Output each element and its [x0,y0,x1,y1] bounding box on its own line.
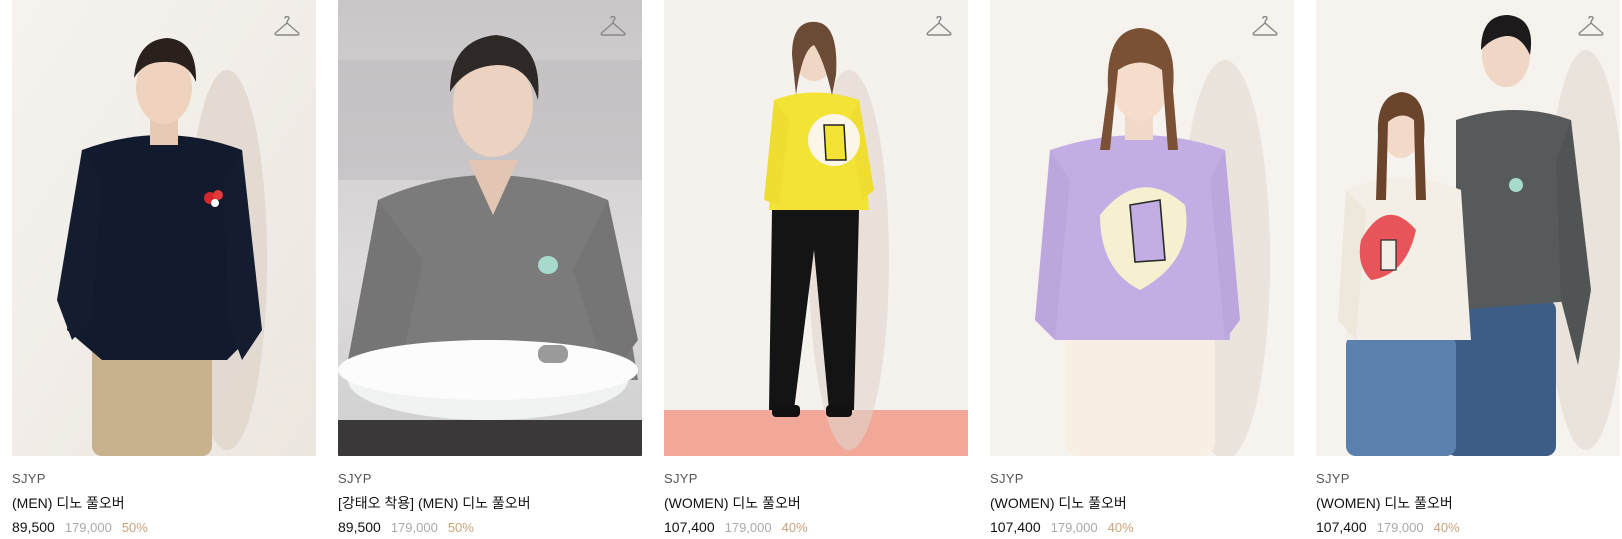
product-name[interactable]: (WOMEN) 디노 풀오버 [990,493,1294,513]
discount-rate: 50% [447,520,474,535]
product-card[interactable]: SJYP (WOMEN) 디노 풀오버 107,400 179,000 40% [1316,0,1620,537]
price-row: 89,500 179,000 50% [338,517,642,537]
product-card[interactable]: SJYP [강태오 착용] (MEN) 디노 풀오버 89,500 179,00… [338,0,642,537]
price-row: 107,400 179,000 40% [990,517,1294,537]
product-photo [12,0,316,456]
product-grid: SJYP (MEN) 디노 풀오버 89,500 179,000 50% SJY… [12,0,1620,537]
sale-price: 107,400 [1316,519,1367,535]
sale-price: 89,500 [338,519,381,535]
discount-rate: 50% [121,520,148,535]
original-price: 179,000 [1376,520,1424,535]
price-row: 89,500 179,000 50% [12,517,316,537]
product-image[interactable] [664,0,968,456]
discount-rate: 40% [1107,520,1134,535]
hanger-icon[interactable] [274,16,300,38]
product-card[interactable]: SJYP (MEN) 디노 풀오버 89,500 179,000 50% [12,0,316,537]
original-price: 179,000 [724,520,772,535]
hanger-icon[interactable] [926,16,952,38]
product-card[interactable]: SJYP (WOMEN) 디노 풀오버 107,400 179,000 40% [990,0,1294,537]
hanger-icon[interactable] [600,16,626,38]
brand-label: SJYP [990,471,1024,486]
product-photo [990,0,1294,456]
product-photo [664,0,968,456]
sale-price: 107,400 [990,519,1041,535]
price-row: 107,400 179,000 40% [1316,517,1620,537]
product-image[interactable] [1316,0,1620,456]
brand-label: SJYP [664,471,698,486]
brand-label: SJYP [338,471,372,486]
product-name[interactable]: (WOMEN) 디노 풀오버 [1316,493,1620,513]
hanger-icon[interactable] [1252,16,1278,38]
product-image[interactable] [12,0,316,456]
product-image[interactable] [338,0,642,456]
product-photo [1316,0,1620,456]
brand-label: SJYP [12,471,46,486]
product-name[interactable]: [강태오 착용] (MEN) 디노 풀오버 [338,493,642,513]
product-photo [338,0,642,456]
product-image[interactable] [990,0,1294,456]
original-price: 179,000 [1050,520,1098,535]
original-price: 179,000 [390,520,438,535]
product-name[interactable]: (WOMEN) 디노 풀오버 [664,493,968,513]
discount-rate: 40% [781,520,808,535]
discount-rate: 40% [1433,520,1460,535]
product-name[interactable]: (MEN) 디노 풀오버 [12,493,316,513]
brand-label: SJYP [1316,471,1350,486]
product-card[interactable]: SJYP (WOMEN) 디노 풀오버 107,400 179,000 40% [664,0,968,537]
hanger-icon[interactable] [1578,16,1604,38]
price-row: 107,400 179,000 40% [664,517,968,537]
original-price: 179,000 [64,520,112,535]
sale-price: 89,500 [12,519,55,535]
sale-price: 107,400 [664,519,715,535]
